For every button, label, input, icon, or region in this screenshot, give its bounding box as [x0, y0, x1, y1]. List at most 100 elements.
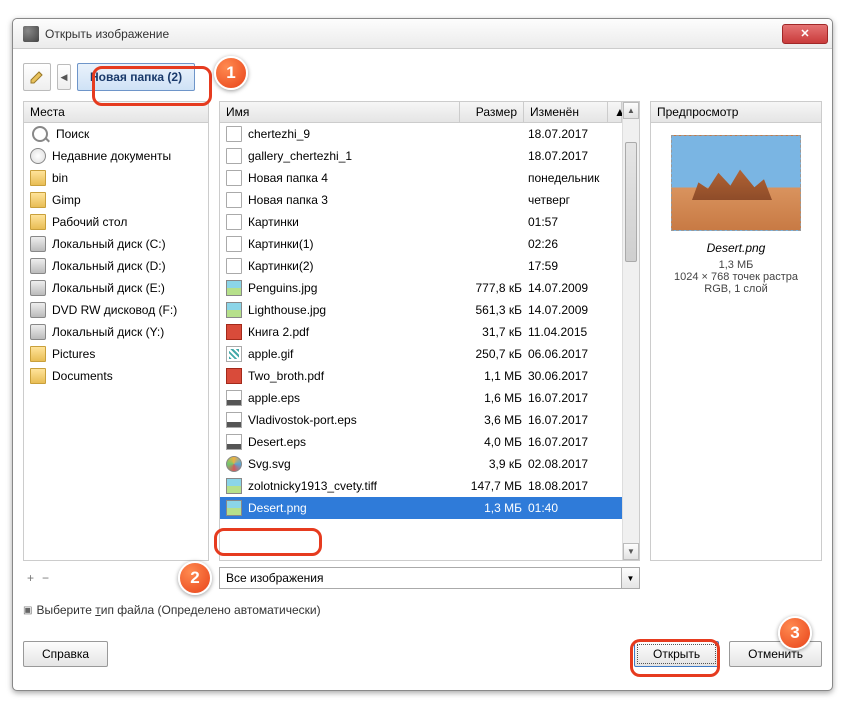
add-bookmark-button[interactable]: +	[27, 571, 34, 585]
place-label: Documents	[52, 369, 113, 383]
place-label: Рабочий стол	[52, 215, 127, 229]
col-size[interactable]: Размер	[460, 102, 524, 122]
file-date: 01:40	[528, 501, 616, 515]
file-name: Новая папка 4	[248, 171, 464, 185]
place-item[interactable]: Documents	[24, 365, 208, 387]
svg-icon	[226, 456, 242, 472]
drive-icon	[30, 324, 46, 340]
place-label: Локальный диск (C:)	[52, 237, 166, 251]
file-row[interactable]: Penguins.jpg777,8 кБ14.07.2009	[220, 277, 622, 299]
file-row[interactable]: Новая папка 4 понедельник	[220, 167, 622, 189]
doc-icon	[226, 214, 242, 230]
col-name[interactable]: Имя	[220, 102, 460, 122]
file-row[interactable]: Новая папка 3четверг	[220, 189, 622, 211]
scroll-thumb[interactable]	[625, 142, 637, 262]
file-date: понедельник	[528, 171, 616, 185]
scrollbar[interactable]: ▲ ▼	[622, 102, 639, 560]
img-icon	[226, 500, 242, 516]
file-name: Penguins.jpg	[248, 281, 464, 295]
doc-icon	[226, 236, 242, 252]
cancel-button[interactable]: Отменить	[729, 641, 822, 667]
folder-icon	[30, 214, 46, 230]
file-size: 777,8 кБ	[464, 281, 528, 295]
file-filter[interactable]: Все изображения ▼	[219, 567, 640, 589]
file-date: 14.07.2009	[528, 281, 616, 295]
file-row[interactable]: apple.eps1,6 МБ16.07.2017	[220, 387, 622, 409]
file-name: Новая папка 3	[248, 193, 464, 207]
scroll-down-button[interactable]: ▼	[623, 543, 639, 560]
place-item[interactable]: Рабочий стол	[24, 211, 208, 233]
file-row[interactable]: Vladivostok-port.eps3,6 МБ16.07.2017	[220, 409, 622, 431]
file-row[interactable]: zolotnicky1913_cvety.tiff147,7 МБ18.08.2…	[220, 475, 622, 497]
file-date: 11.04.2015	[528, 325, 616, 339]
file-list[interactable]: chertezhi_918.07.2017gallery_chertezhi_1…	[220, 123, 622, 560]
place-item[interactable]: bin	[24, 167, 208, 189]
file-row[interactable]: Книга 2.pdf31,7 кБ11.04.2015	[220, 321, 622, 343]
file-size: 1,6 МБ	[464, 391, 528, 405]
file-name: apple.eps	[248, 391, 464, 405]
preview-header: Предпросмотр	[651, 102, 821, 123]
edit-path-button[interactable]	[23, 63, 51, 91]
open-button[interactable]: Открыть	[634, 641, 719, 667]
file-date: 02.08.2017	[528, 457, 616, 471]
file-columns-header: Имя Размер Изменён ▲	[220, 102, 622, 123]
drive-icon	[30, 236, 46, 252]
eps-icon	[226, 390, 242, 406]
place-item[interactable]: Локальный диск (Y:)	[24, 321, 208, 343]
file-row[interactable]: Картинки(1) 02:26	[220, 233, 622, 255]
place-label: Локальный диск (D:)	[52, 259, 166, 273]
path-back-button[interactable]: ◀	[57, 64, 71, 90]
scroll-up-button[interactable]: ▲	[623, 102, 639, 119]
file-name: Картинки(1)	[248, 237, 464, 251]
close-button[interactable]: ✕	[782, 24, 828, 44]
file-row[interactable]: Desert.png1,3 МБ01:40	[220, 497, 622, 519]
gif-icon	[226, 346, 242, 362]
file-row[interactable]: Картинки(2) 17:59	[220, 255, 622, 277]
breadcrumb-current[interactable]: Новая папка (2)	[77, 63, 195, 91]
file-filter-dropdown-button[interactable]: ▼	[622, 567, 640, 589]
file-date: 02:26	[528, 237, 616, 251]
file-row[interactable]: Svg.svg3,9 кБ02.08.2017	[220, 453, 622, 475]
place-item[interactable]: Недавние документы	[24, 145, 208, 167]
file-date: 17:59	[528, 259, 616, 273]
file-size: 1,1 МБ	[464, 369, 528, 383]
file-date: 16.07.2017	[528, 435, 616, 449]
place-label: bin	[52, 171, 68, 185]
file-row[interactable]: Two_broth.pdf1,1 МБ30.06.2017	[220, 365, 622, 387]
recent-icon	[30, 148, 46, 164]
help-button[interactable]: Справка	[23, 641, 108, 667]
file-name: Svg.svg	[248, 457, 464, 471]
bookmark-controls: + −	[23, 567, 209, 589]
place-item[interactable]: Локальный диск (E:)	[24, 277, 208, 299]
file-name: Desert.png	[248, 501, 464, 515]
remove-bookmark-button[interactable]: −	[42, 571, 49, 585]
sort-indicator[interactable]: ▲	[608, 102, 622, 122]
file-row[interactable]: Desert.eps4,0 МБ16.07.2017	[220, 431, 622, 453]
drive-icon	[30, 280, 46, 296]
file-row[interactable]: Картинки01:57	[220, 211, 622, 233]
place-item[interactable]: Gimp	[24, 189, 208, 211]
file-date: 14.07.2009	[528, 303, 616, 317]
preview-panel: Предпросмотр Desert.png 1,3 МБ 1024 × 76…	[650, 101, 822, 561]
place-item[interactable]: Поиск	[24, 123, 208, 145]
file-filter-value: Все изображения	[219, 567, 622, 589]
place-item[interactable]: Локальный диск (D:)	[24, 255, 208, 277]
preview-mode: RGB, 1 слой	[704, 283, 767, 295]
file-name: Картинки(2)	[248, 259, 464, 273]
place-item[interactable]: Pictures	[24, 343, 208, 365]
file-size: 250,7 кБ	[464, 347, 528, 361]
col-date[interactable]: Изменён	[524, 102, 608, 122]
file-row[interactable]: chertezhi_918.07.2017	[220, 123, 622, 145]
place-item[interactable]: DVD RW дисковод (F:)	[24, 299, 208, 321]
place-item[interactable]: Локальный диск (C:)	[24, 233, 208, 255]
file-date: 18.08.2017	[528, 479, 616, 493]
file-type-expander[interactable]: ▣ Выберите тип файла (Определено автомат…	[23, 603, 822, 617]
place-label: Локальный диск (E:)	[52, 281, 165, 295]
preview-thumbnail	[671, 135, 801, 231]
file-row[interactable]: gallery_chertezhi_118.07.2017	[220, 145, 622, 167]
doc-icon	[226, 148, 242, 164]
file-name: gallery_chertezhi_1	[248, 149, 464, 163]
doc-icon	[226, 192, 242, 208]
file-row[interactable]: Lighthouse.jpg561,3 кБ14.07.2009	[220, 299, 622, 321]
file-row[interactable]: apple.gif250,7 кБ06.06.2017	[220, 343, 622, 365]
